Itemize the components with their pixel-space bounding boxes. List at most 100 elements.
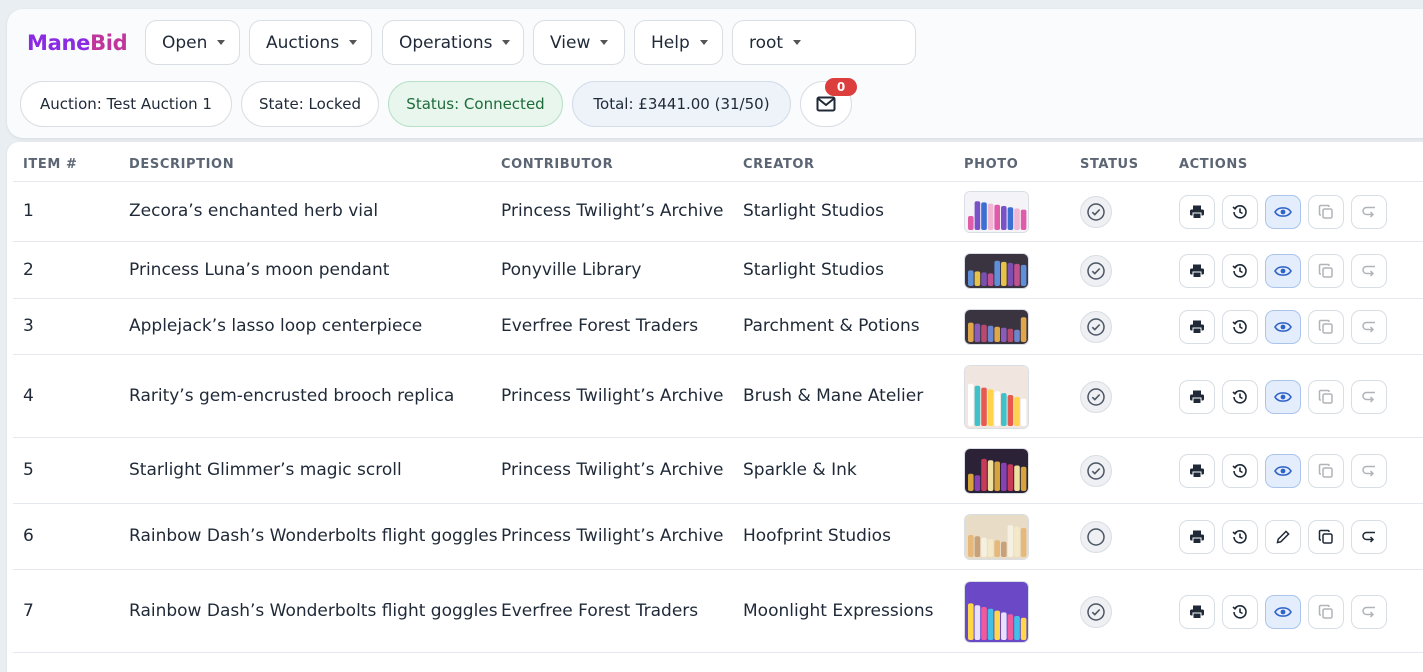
view-button[interactable] bbox=[1265, 310, 1301, 344]
col-contributor: CONTRIBUTOR bbox=[501, 157, 614, 172]
item-photo-thumbnail[interactable] bbox=[964, 309, 1029, 345]
auction-pill[interactable]: Auction: Test Auction 1 bbox=[20, 81, 232, 127]
return-button[interactable] bbox=[1351, 520, 1387, 554]
mail-icon bbox=[816, 96, 836, 112]
print-icon bbox=[1189, 529, 1205, 545]
logo-part-1: Mane bbox=[27, 31, 91, 55]
copy-icon bbox=[1318, 529, 1334, 545]
menu-operations[interactable]: Operations bbox=[382, 20, 524, 65]
copy-button[interactable] bbox=[1308, 379, 1344, 414]
connection-status-pill: Status: Connected bbox=[388, 81, 563, 127]
return-button[interactable] bbox=[1351, 594, 1387, 629]
item-photo-thumbnail[interactable] bbox=[964, 191, 1029, 233]
item-photo-thumbnail[interactable] bbox=[964, 448, 1029, 494]
item-contributor: Everfree Forest Traders bbox=[501, 600, 699, 621]
print-button[interactable] bbox=[1179, 454, 1215, 488]
check-circle-icon[interactable] bbox=[1080, 380, 1112, 413]
state-pill[interactable]: State: Locked bbox=[241, 81, 379, 127]
eye-icon bbox=[1274, 320, 1292, 334]
item-creator: Brush & Mane Atelier bbox=[743, 385, 924, 406]
copy-button[interactable] bbox=[1308, 310, 1344, 344]
item-description: Applejack’s lasso loop centerpiece bbox=[129, 316, 423, 336]
menu-auctions[interactable]: Auctions bbox=[249, 20, 372, 65]
menu-user[interactable]: root bbox=[732, 20, 916, 65]
item-photo-thumbnail[interactable] bbox=[964, 364, 1029, 429]
copy-icon bbox=[1318, 319, 1334, 335]
table-row[interactable]: 5 Starlight Glimmer’s magic scroll Princes… bbox=[7, 438, 1423, 504]
copy-icon bbox=[1318, 463, 1334, 479]
print-button[interactable] bbox=[1179, 379, 1215, 414]
print-icon bbox=[1189, 263, 1205, 279]
view-button[interactable] bbox=[1265, 594, 1301, 629]
view-button[interactable] bbox=[1265, 253, 1301, 288]
eye-icon bbox=[1274, 264, 1292, 278]
copy-button[interactable] bbox=[1308, 520, 1344, 554]
item-photo-thumbnail[interactable] bbox=[964, 252, 1029, 289]
print-button[interactable] bbox=[1179, 594, 1215, 629]
history-icon bbox=[1232, 389, 1248, 405]
check-circle-icon[interactable] bbox=[1080, 455, 1112, 487]
col-status: STATUS bbox=[1080, 157, 1139, 172]
col-item: ITEM # bbox=[23, 157, 78, 172]
menu-auctions-label: Auctions bbox=[266, 32, 340, 53]
history-button[interactable] bbox=[1222, 253, 1258, 288]
table-row[interactable]: 1 Zecora’s enchanted herb vial Princess Tw… bbox=[7, 182, 1423, 242]
copy-icon bbox=[1318, 604, 1334, 620]
table-row[interactable]: 4 Rarity’s gem-encrusted brooch replica Pr… bbox=[7, 355, 1423, 438]
print-button[interactable] bbox=[1179, 310, 1215, 344]
table-row[interactable]: 6 Rainbow Dash’s Wonderbolts flight goggl… bbox=[7, 504, 1423, 570]
item-contributor: Princess Twilight’s Archive bbox=[501, 526, 724, 546]
item-photo-thumbnail[interactable] bbox=[964, 514, 1029, 560]
return-button[interactable] bbox=[1351, 454, 1387, 488]
return-button[interactable] bbox=[1351, 379, 1387, 414]
history-icon bbox=[1232, 529, 1248, 545]
check-circle-icon[interactable] bbox=[1080, 595, 1112, 628]
print-button[interactable] bbox=[1179, 253, 1215, 288]
empty-circle-icon[interactable] bbox=[1080, 521, 1112, 553]
item-number: 5 bbox=[23, 460, 34, 480]
eye-icon bbox=[1274, 605, 1292, 619]
copy-icon bbox=[1318, 389, 1334, 405]
print-button[interactable] bbox=[1179, 195, 1215, 229]
print-button[interactable] bbox=[1179, 520, 1215, 554]
item-number: 6 bbox=[23, 526, 34, 546]
edit-button[interactable] bbox=[1265, 520, 1301, 554]
return-button[interactable] bbox=[1351, 310, 1387, 344]
eye-icon bbox=[1274, 205, 1292, 219]
history-button[interactable] bbox=[1222, 594, 1258, 629]
item-creator: Moonlight Expressions bbox=[743, 600, 934, 621]
table-row[interactable]: 2 Princess Luna’s moon pendant Ponyville L… bbox=[7, 242, 1423, 299]
history-button[interactable] bbox=[1222, 195, 1258, 229]
history-button[interactable] bbox=[1222, 520, 1258, 554]
check-circle-icon[interactable] bbox=[1080, 196, 1112, 228]
item-number: 1 bbox=[23, 201, 34, 221]
total-pill: Total: £3441.00 (31/50) bbox=[572, 81, 791, 127]
chevron-down-icon bbox=[217, 40, 226, 45]
copy-button[interactable] bbox=[1308, 195, 1344, 229]
print-icon bbox=[1189, 319, 1205, 335]
view-button[interactable] bbox=[1265, 454, 1301, 488]
history-button[interactable] bbox=[1222, 454, 1258, 488]
history-button[interactable] bbox=[1222, 310, 1258, 344]
copy-button[interactable] bbox=[1308, 454, 1344, 488]
check-circle-icon[interactable] bbox=[1080, 254, 1112, 287]
menu-help[interactable]: Help bbox=[634, 20, 723, 65]
view-button[interactable] bbox=[1265, 195, 1301, 229]
return-icon bbox=[1361, 319, 1377, 335]
view-button[interactable] bbox=[1265, 379, 1301, 414]
return-button[interactable] bbox=[1351, 253, 1387, 288]
item-photo-thumbnail[interactable] bbox=[964, 580, 1029, 643]
history-button[interactable] bbox=[1222, 379, 1258, 414]
check-circle-icon[interactable] bbox=[1080, 311, 1112, 343]
copy-button[interactable] bbox=[1308, 253, 1344, 288]
menu-open[interactable]: Open bbox=[145, 20, 240, 65]
return-button[interactable] bbox=[1351, 195, 1387, 229]
copy-button[interactable] bbox=[1308, 594, 1344, 629]
table-row[interactable]: 7 Rainbow Dash’s Wonderbolts flight goggl… bbox=[7, 570, 1423, 653]
item-description: Rainbow Dash’s Wonderbolts flight goggle… bbox=[129, 526, 498, 546]
menu-view[interactable]: View bbox=[533, 20, 625, 65]
return-icon bbox=[1361, 204, 1377, 220]
table-row[interactable]: 3 Applejack’s lasso loop centerpiece Everf… bbox=[7, 299, 1423, 355]
col-creator: CREATOR bbox=[743, 157, 815, 172]
item-description: Starlight Glimmer’s magic scroll bbox=[129, 460, 402, 480]
